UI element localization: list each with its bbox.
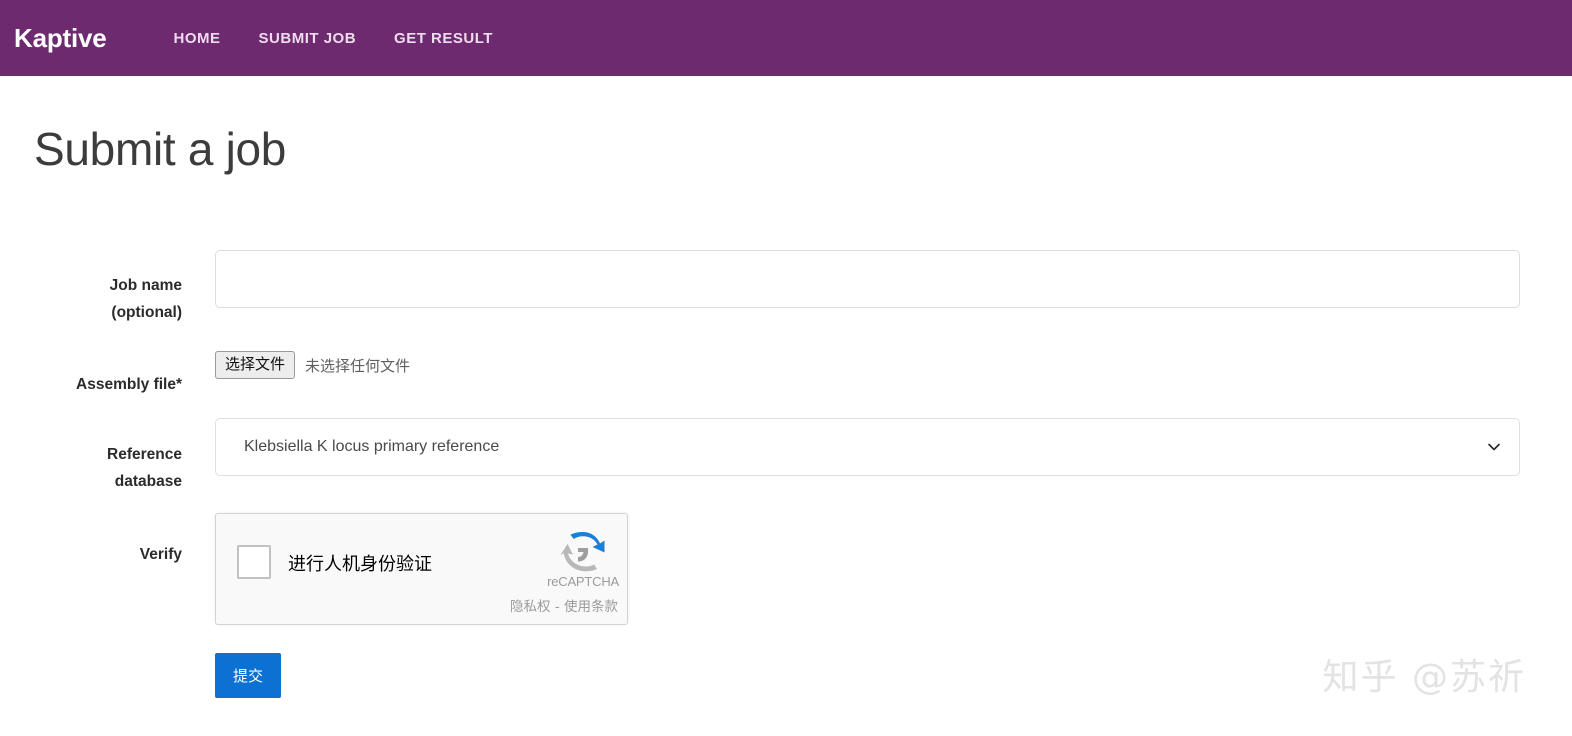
file-status-text: 未选择任何文件 [305,357,411,375]
file-input-widget[interactable]: 选择文件 未选择任何文件 [215,346,1520,379]
verify-control: 进行人机身份验证 reCAPTCHA 隐私权 - 使用条款 [182,513,1572,625]
page-body: Submit a job Job name (optional) Assembl… [0,76,1572,736]
recaptcha-terms-link[interactable]: 使用条款 [564,599,618,615]
reference-database-control: Klebsiella K locus primary reference [182,418,1572,476]
nav-item-home[interactable]: HOME [155,30,240,47]
recaptcha-widget[interactable]: 进行人机身份验证 reCAPTCHA 隐私权 - 使用条款 [215,513,628,625]
watermark: 知乎 @苏祈 [1322,657,1526,698]
job-name-label-line2: (optional) [111,304,182,321]
job-name-label-line1: Job name [109,277,182,294]
reference-database-select-wrap: Klebsiella K locus primary reference [215,418,1520,476]
reference-database-label-line2: database [114,473,182,490]
top-navbar: Kaptive HOME SUBMIT JOB GET RESULT [0,0,1572,76]
reference-database-label: Reference database [0,418,182,495]
reference-database-label-line1: Reference [107,446,182,463]
reference-database-select[interactable]: Klebsiella K locus primary reference [215,418,1520,476]
form-row-job-name: Job name (optional) [0,250,1572,346]
assembly-file-label: Assembly file* [76,376,182,393]
verify-label: Verify [139,546,182,563]
recaptcha-checkbox-label: 进行人机身份验证 [288,554,432,575]
recaptcha-separator: - [554,599,560,615]
form-row-verify: Verify 进行人机身份验证 reCAPTCHA 隐私权 - 使用条款 [0,513,1572,653]
form-row-reference-database: Reference database Klebsiella K locus pr… [0,418,1572,513]
job-name-input[interactable] [215,250,1520,308]
nav-links: HOME SUBMIT JOB GET RESULT [155,30,512,47]
recaptcha-brand-label: reCAPTCHA [547,574,619,589]
nav-item-get-result[interactable]: GET RESULT [375,30,512,47]
job-name-label: Job name (optional) [0,250,182,326]
assembly-file-control: 选择文件 未选择任何文件 [182,346,1572,379]
recaptcha-privacy-link[interactable]: 隐私权 [510,599,551,615]
recaptcha-logo-icon [556,528,610,574]
submit-button[interactable]: 提交 [215,653,282,698]
choose-file-button[interactable]: 选择文件 [215,351,296,379]
job-name-control [182,250,1572,308]
reference-database-selected-value: Klebsiella K locus primary reference [244,438,500,455]
nav-item-submit-job[interactable]: SUBMIT JOB [240,30,376,47]
recaptcha-terms: 隐私权 - 使用条款 [510,595,618,615]
page-title: Submit a job [34,123,287,175]
brand-logo[interactable]: Kaptive [14,25,107,51]
recaptcha-checkbox[interactable] [237,545,271,579]
form-row-assembly-file: Assembly file* 选择文件 未选择任何文件 [0,346,1572,418]
